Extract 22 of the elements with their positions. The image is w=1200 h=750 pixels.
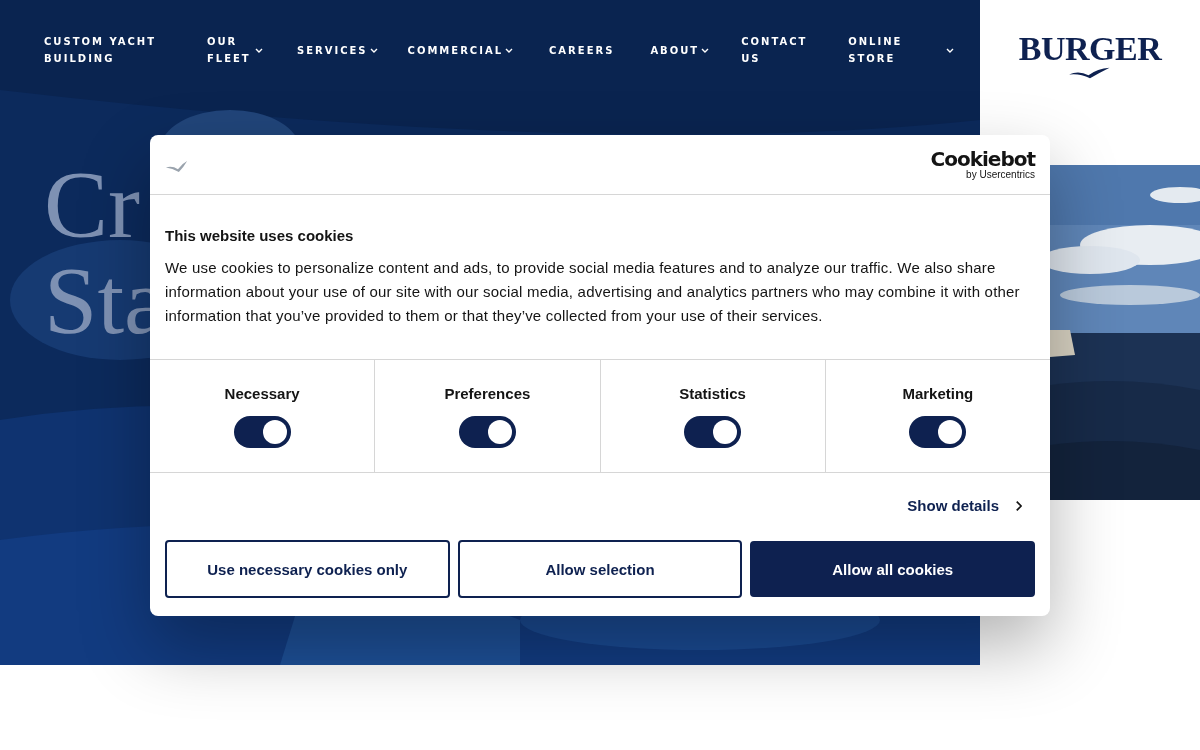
nav-link[interactable]: OUR FLEET	[207, 33, 267, 67]
dialog-title: This website uses cookies	[165, 227, 355, 244]
nav-link[interactable]: SERVICES	[297, 41, 378, 59]
toggle-label: Preferences	[444, 385, 531, 402]
toggle-label: Marketing	[902, 385, 974, 402]
nav-link[interactable]: COMMERCIAL	[407, 41, 514, 59]
dialog-text: We use cookies to personalize content and ads, to provide social media features and to analyze our traffic. We also share information about your use of our site with our social media, advertising and analytics partners who may combine it with other information that you’ve provided to them or that they’ve collected from your use of their services.	[165, 258, 1021, 326]
hero-heading: Cr	[44, 157, 141, 253]
nav-link[interactable]: CAREERS	[549, 41, 615, 59]
logo-text: BURGER	[1018, 32, 1162, 66]
cookie-button[interactable]: Use necessary cookies only	[165, 540, 450, 598]
cookiebot-logo[interactable]: Cookiebot by Usercentrics	[930, 148, 1035, 181]
nav-link[interactable]: ONLINE STORE	[848, 33, 959, 67]
logo[interactable]: BURGER	[1015, 32, 1165, 80]
nav-link[interactable]: ABOUT	[650, 41, 710, 59]
nav-link[interactable]: CONTACT US	[741, 33, 818, 67]
nav-link[interactable]: CUSTOM YACHT BUILDING	[44, 33, 169, 67]
toggle-label: Statistics	[679, 385, 746, 402]
cookie-button[interactable]: Allow selection	[457, 540, 743, 598]
show-details-link[interactable]: Show details	[907, 497, 1022, 514]
toggle-label: Necessary	[224, 385, 300, 402]
allow-all-button[interactable]: Allow all cookies	[750, 541, 1035, 597]
